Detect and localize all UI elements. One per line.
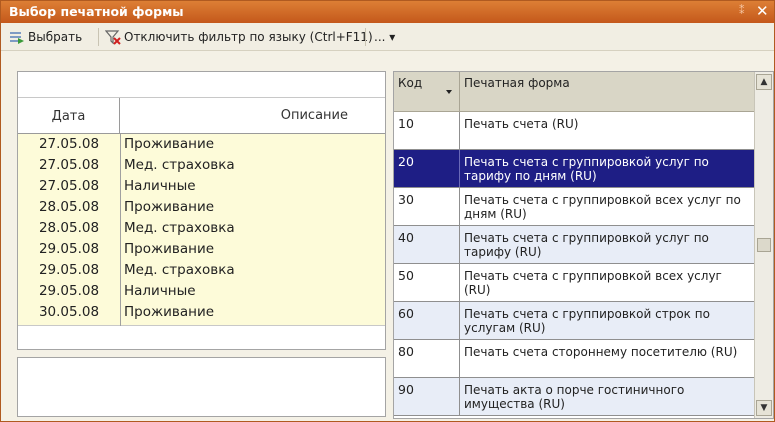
print-form-row[interactable]: 90 Печать акта о порче гостиничного имуще…	[394, 378, 754, 416]
column-header-date[interactable]: Дата	[18, 98, 120, 134]
services-table-body: 27.05.08 Проживание 27.05.08 Мед. страховка…	[18, 134, 385, 326]
filter-off-icon	[105, 30, 121, 45]
print-forms-header: Код Печатная форма	[394, 72, 754, 112]
row-print-form: Печать счета с группировкой строк по усл…	[464, 307, 710, 335]
table-row[interactable]: 27.05.08 Наличные	[18, 177, 385, 198]
row-description: Мед. страховка	[124, 157, 235, 173]
table-row[interactable]: 29.05.08 Проживание	[18, 240, 385, 261]
row-description: Мед. страховка	[124, 220, 235, 236]
column-header-code[interactable]: Код	[394, 72, 460, 112]
row-date: 29.05.08	[38, 241, 100, 257]
select-icon	[10, 32, 24, 44]
row-description: Наличные	[124, 178, 196, 194]
row-date: 29.05.08	[38, 262, 100, 278]
services-table-footer	[18, 326, 385, 349]
row-description: Мед. страховка	[124, 262, 235, 278]
row-description: Проживание	[124, 304, 215, 320]
toolbar: Выбрать Отключить фильтр по языку (Ctrl+…	[1, 23, 774, 51]
table-row[interactable]: 29.05.08 Мед. страховка	[18, 261, 385, 282]
row-code: 30	[394, 188, 460, 225]
select-button-label: Выбрать	[28, 30, 83, 44]
row-code: 10	[394, 112, 460, 149]
row-date: 27.05.08	[38, 178, 100, 194]
row-description: Наличные	[124, 283, 196, 299]
services-table[interactable]: Дата Описание 27.05.08 Проживание 27.05.08…	[17, 71, 386, 350]
row-date: 30.05.08	[38, 304, 100, 320]
disable-language-filter-button[interactable]: Отключить фильтр по языку (Ctrl+F11)	[105, 28, 373, 46]
table-row[interactable]: 27.05.08 Мед. страховка	[18, 156, 385, 177]
title-bar: Выбор печатной формы ⁑ ✕	[1, 1, 774, 23]
print-form-row[interactable]: 30 Печать счета с группировкой всех услуг…	[394, 188, 754, 226]
row-description: Проживание	[124, 136, 215, 152]
table-row[interactable]: 28.05.08 Мед. страховка	[18, 219, 385, 240]
print-form-row[interactable]: 40 Печать счета с группировкой услуг по т…	[394, 226, 754, 264]
print-form-row[interactable]: 60 Печать счета с группировкой строк по у…	[394, 302, 754, 340]
more-actions-button[interactable]: ... ▾	[374, 28, 395, 46]
toolbar-divider	[98, 28, 99, 46]
row-date: 28.05.08	[38, 199, 100, 215]
row-print-form: Печать счета с группировкой всех услуг (…	[464, 269, 722, 297]
row-print-form: Печать счета с группировкой услуг по тар…	[464, 155, 709, 183]
row-description: Проживание	[124, 199, 215, 215]
table-row[interactable]: 29.05.08 Наличные	[18, 282, 385, 303]
print-form-row[interactable]: 80 Печать счета стороннему посетителю (RU…	[394, 340, 754, 378]
more-actions-label: ... ▾	[374, 30, 396, 44]
scroll-up-icon[interactable]: ▲	[756, 74, 772, 90]
pin-icon[interactable]: ⁑	[739, 4, 745, 17]
print-form-row[interactable]: 20 Печать счета с группировкой услуг по т…	[394, 150, 754, 188]
toolbar-divider	[365, 28, 366, 46]
print-form-row[interactable]: 10 Печать счета (RU)	[394, 112, 754, 150]
row-date: 27.05.08	[38, 136, 100, 152]
row-code: 40	[394, 226, 460, 263]
details-area[interactable]	[17, 357, 386, 417]
row-date: 28.05.08	[38, 220, 100, 236]
sort-desc-icon	[446, 90, 452, 94]
row-code: 90	[394, 378, 460, 415]
services-table-header: Дата Описание	[18, 98, 385, 134]
row-print-form: Печать счета стороннему посетителю (RU)	[464, 345, 738, 359]
print-form-row[interactable]: 50 Печать счета с группировкой всех услуг…	[394, 264, 754, 302]
print-forms-table[interactable]: Код Печатная форма 10 Печать счета (RU) 20…	[393, 71, 774, 419]
row-print-form: Печать акта о порче гостиничного имущест…	[464, 383, 685, 411]
row-print-form: Печать счета с группировкой услуг по тар…	[464, 231, 709, 259]
column-header-code-label: Код	[398, 76, 423, 90]
row-code: 20	[394, 150, 460, 187]
table-row[interactable]: 27.05.08 Проживание	[18, 135, 385, 156]
column-header-description[interactable]: Описание	[218, 108, 348, 123]
disable-language-filter-label: Отключить фильтр по языку (Ctrl+F11)	[124, 30, 373, 44]
row-date: 29.05.08	[38, 283, 100, 299]
select-button[interactable]: Выбрать	[9, 28, 82, 46]
row-code: 60	[394, 302, 460, 339]
row-code: 50	[394, 264, 460, 301]
table-row[interactable]: 30.05.08 Проживание	[18, 303, 385, 324]
row-code: 80	[394, 340, 460, 377]
row-description: Проживание	[124, 241, 215, 257]
row-date: 27.05.08	[38, 157, 100, 173]
close-icon[interactable]: ✕	[756, 2, 769, 20]
row-print-form: Печать счета с группировкой всех услуг п…	[464, 193, 741, 221]
scrollbar-thumb[interactable]	[757, 238, 771, 252]
scroll-down-icon[interactable]: ▼	[756, 400, 772, 416]
window-title: Выбор печатной формы	[9, 4, 184, 19]
print-form-dialog: Выбор печатной формы ⁑ ✕ Выбрать Отключи…	[0, 0, 775, 422]
table-row[interactable]: 28.05.08 Проживание	[18, 198, 385, 219]
row-print-form: Печать счета (RU)	[464, 117, 579, 131]
table-top-row	[18, 72, 385, 98]
column-header-print-form[interactable]: Печатная форма	[464, 76, 570, 90]
vertical-scrollbar[interactable]: ▲ ▼	[754, 72, 773, 418]
